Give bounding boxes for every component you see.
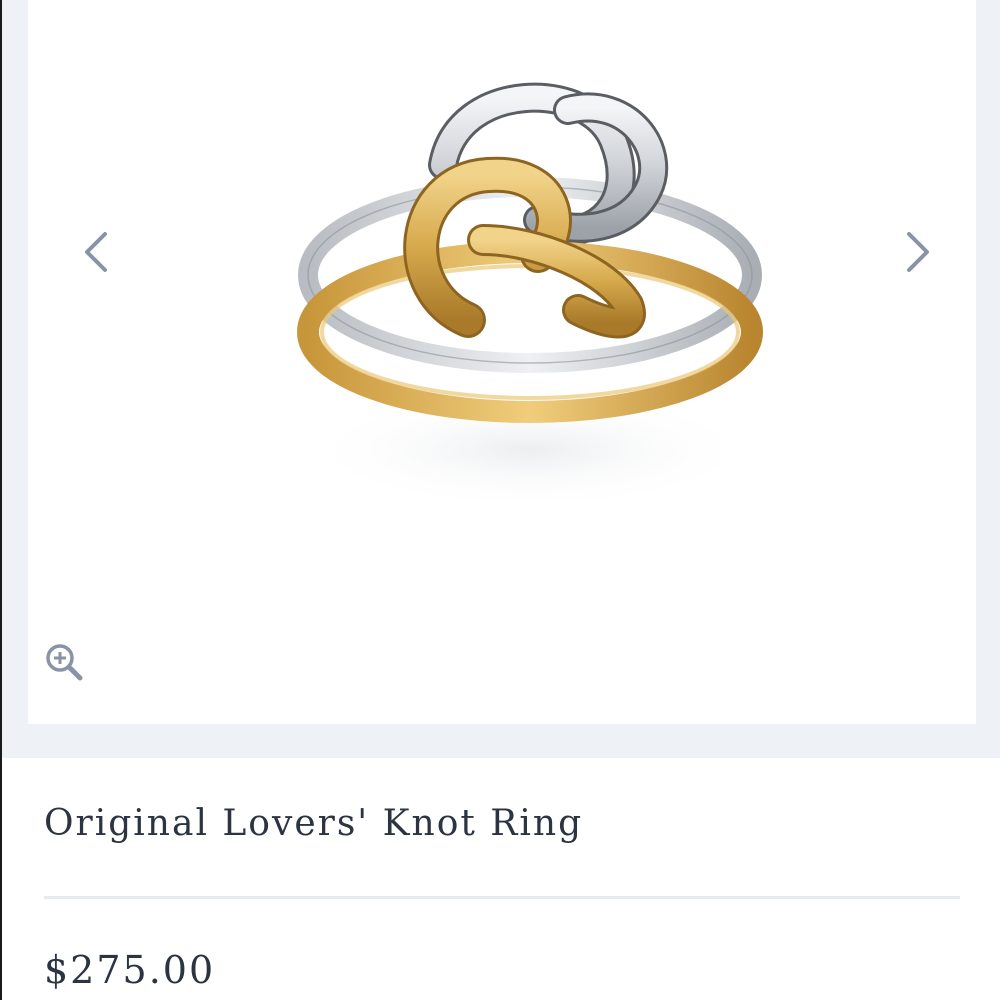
zoom-button[interactable] — [42, 640, 86, 684]
chevron-right-icon — [907, 232, 929, 272]
gallery-prev-button[interactable] — [76, 222, 116, 282]
chevron-left-icon — [85, 232, 107, 272]
gallery-card — [28, 0, 976, 724]
product-price: $275.00 — [44, 948, 216, 992]
product-title: Original Lovers' Knot Ring — [44, 803, 584, 844]
product-page: Original Lovers' Knot Ring $275.00 — [0, 0, 1000, 1000]
zoom-in-icon — [46, 644, 83, 681]
divider — [44, 896, 960, 899]
product-image[interactable] — [268, 70, 788, 540]
gallery-next-button[interactable] — [898, 222, 938, 282]
image-gallery — [2, 0, 1000, 758]
